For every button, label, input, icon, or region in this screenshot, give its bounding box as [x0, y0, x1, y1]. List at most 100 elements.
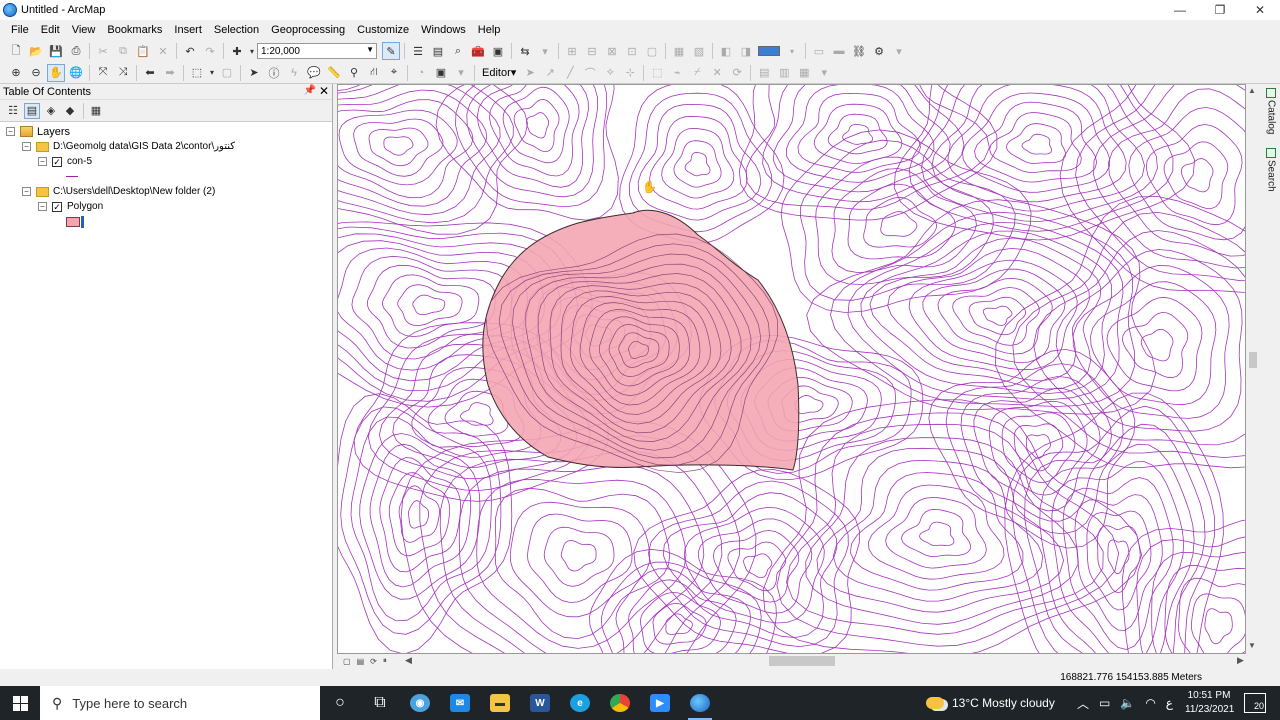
- pause-drawing-icon[interactable]: ⏸: [383, 656, 387, 666]
- layout-view-icon[interactable]: ▬: [830, 42, 848, 60]
- language-indicator[interactable]: ع: [1166, 696, 1173, 710]
- list-by-drawing-order-icon[interactable]: ☷: [5, 103, 21, 119]
- toolbar-more-icon[interactable]: ▾: [452, 64, 470, 82]
- split-icon[interactable]: ✕: [708, 64, 726, 82]
- chrome-icon[interactable]: [600, 686, 640, 720]
- layout-tool-icon[interactable]: ▧: [690, 42, 708, 60]
- layer-node-con-5[interactable]: − ✓ con-5: [38, 154, 92, 169]
- back-arrow-icon[interactable]: ⬅: [141, 64, 159, 82]
- scroll-down-icon[interactable]: ▼: [1248, 641, 1256, 650]
- zoom-icon[interactable]: ▶: [640, 686, 680, 720]
- weather-widget[interactable]: 13°C Mostly cloudy: [926, 686, 1055, 720]
- model-builder-icon[interactable]: ⇆: [516, 42, 534, 60]
- table-of-contents-icon[interactable]: ☰: [409, 42, 427, 60]
- rotate-icon[interactable]: ⟳: [728, 64, 746, 82]
- create-features-icon[interactable]: ▦: [795, 64, 813, 82]
- measure-icon[interactable]: 📏: [325, 64, 343, 82]
- identify-info-icon[interactable]: ⓘ: [265, 64, 283, 82]
- georef-tool-icon[interactable]: ⊞: [563, 42, 581, 60]
- menu-customize[interactable]: Customize: [351, 24, 415, 36]
- layout-view-icon[interactable]: ▤: [357, 657, 365, 666]
- chevron-down-icon[interactable]: ▾: [783, 42, 801, 60]
- endpoint-arc-icon[interactable]: ⌒: [581, 64, 599, 82]
- draw-tool-icon[interactable]: ◧: [717, 42, 735, 60]
- fill-color-swatch[interactable]: [758, 46, 780, 56]
- toolbar-more-icon[interactable]: ▾: [536, 42, 554, 60]
- data-source-node[interactable]: − C:\Users\dell\Desktop\New folder (2): [22, 184, 215, 199]
- layer-symbol-line[interactable]: [66, 169, 78, 184]
- trace-icon[interactable]: ⟡: [601, 64, 619, 82]
- map-scale-combobox[interactable]: 1:20,000 ▼: [257, 43, 377, 59]
- menu-view[interactable]: View: [66, 24, 102, 36]
- paste-icon[interactable]: 📋: [134, 42, 152, 60]
- editor-toolbar-icon[interactable]: ✎: [382, 42, 400, 60]
- start-button[interactable]: [0, 686, 40, 720]
- georef-tool-icon[interactable]: ⊟: [583, 42, 601, 60]
- search-tab[interactable]: Search: [1264, 148, 1278, 192]
- arcmap-taskbar-icon[interactable]: [680, 686, 720, 720]
- zoom-in-icon[interactable]: ⊕: [7, 64, 25, 82]
- layer-visibility-checkbox[interactable]: ✓: [52, 156, 62, 167]
- select-features-icon[interactable]: ⬚: [188, 64, 206, 82]
- collapse-icon[interactable]: −: [38, 202, 47, 211]
- sketch-properties-icon[interactable]: ▥: [775, 64, 793, 82]
- python-window-icon[interactable]: ▣: [489, 42, 507, 60]
- new-document-icon[interactable]: 🗋: [7, 42, 25, 60]
- time-slider-icon[interactable]: ◔: [412, 64, 430, 82]
- fixed-zoom-in-icon[interactable]: ⤧: [94, 64, 112, 82]
- add-data-dropdown-icon[interactable]: ▾: [248, 42, 256, 60]
- list-by-source-icon[interactable]: ▤: [24, 102, 40, 119]
- catalog-window-icon[interactable]: ▤: [429, 42, 447, 60]
- layout-tool-icon[interactable]: ▦: [670, 42, 688, 60]
- scroll-left-icon[interactable]: ◀: [405, 655, 412, 666]
- network-tool-icon[interactable]: ⛓: [850, 42, 868, 60]
- undo-icon[interactable]: ↶: [181, 42, 199, 60]
- list-by-selection-icon[interactable]: ◆: [62, 103, 78, 119]
- print-icon[interactable]: ⎙: [67, 42, 85, 60]
- select-elements-arrow-icon[interactable]: ➤: [245, 64, 263, 82]
- battery-icon[interactable]: ▭: [1099, 696, 1110, 710]
- wifi-icon[interactable]: ◠: [1145, 696, 1155, 710]
- reshape-icon[interactable]: ⌁: [668, 64, 686, 82]
- scroll-right-icon[interactable]: ▶: [1237, 655, 1244, 666]
- find-binoculars-icon[interactable]: ⚲: [345, 64, 363, 82]
- menu-insert[interactable]: Insert: [168, 24, 208, 36]
- task-view-icon[interactable]: ⧉: [360, 686, 400, 720]
- scroll-thumb[interactable]: [769, 656, 835, 666]
- editor-menu-button[interactable]: Editor▾: [478, 66, 520, 79]
- point-icon[interactable]: ⊹: [621, 64, 639, 82]
- edge-icon[interactable]: e: [560, 686, 600, 720]
- cut-icon[interactable]: ✂: [94, 42, 112, 60]
- scroll-up-icon[interactable]: ▲: [1248, 86, 1256, 95]
- cut-polygons-icon[interactable]: ⌿: [688, 64, 706, 82]
- map-display[interactable]: ✋: [337, 84, 1246, 654]
- layers-root-node[interactable]: − Layers: [6, 124, 70, 139]
- scroll-thumb[interactable]: [1249, 352, 1257, 368]
- toolbar-more-icon[interactable]: ▾: [815, 64, 833, 82]
- edit-annotation-icon[interactable]: ↗: [541, 64, 559, 82]
- data-source-node[interactable]: − D:\Geomolg data\GIS Data 2\contor\کنتو…: [22, 139, 235, 154]
- save-icon[interactable]: 💾: [47, 42, 65, 60]
- app-icon[interactable]: ◉: [400, 686, 440, 720]
- close-icon[interactable]: ✕: [1240, 0, 1280, 20]
- fixed-zoom-out-icon[interactable]: ⤨: [114, 64, 132, 82]
- taskbar-clock[interactable]: 10:51 PM 11/23/2021: [1185, 689, 1234, 717]
- clear-selection-icon[interactable]: ▢: [218, 64, 236, 82]
- catalog-tab[interactable]: Catalog: [1264, 88, 1278, 134]
- taskbar-search-box[interactable]: ⚲ Type here to search: [40, 686, 320, 720]
- go-to-xy-icon[interactable]: ⌖: [385, 64, 403, 82]
- georef-tool-icon[interactable]: ⊡: [623, 42, 641, 60]
- create-viewer-window-icon[interactable]: ▣: [432, 64, 450, 82]
- collapse-icon[interactable]: −: [38, 157, 47, 166]
- delete-icon[interactable]: ✕: [154, 42, 172, 60]
- pan-hand-icon[interactable]: ✋: [47, 63, 65, 82]
- draw-tool-icon[interactable]: ◨: [737, 42, 755, 60]
- maximize-icon[interactable]: ❐: [1200, 0, 1240, 20]
- map-vertical-scrollbar[interactable]: ▲ ▼: [1246, 84, 1260, 654]
- straight-segment-icon[interactable]: ╱: [561, 64, 579, 82]
- file-explorer-icon[interactable]: ▬: [480, 686, 520, 720]
- menu-bookmarks[interactable]: Bookmarks: [101, 24, 168, 36]
- word-icon[interactable]: W: [520, 686, 560, 720]
- minimize-icon[interactable]: —: [1160, 0, 1200, 20]
- close-icon[interactable]: ✕: [319, 84, 329, 98]
